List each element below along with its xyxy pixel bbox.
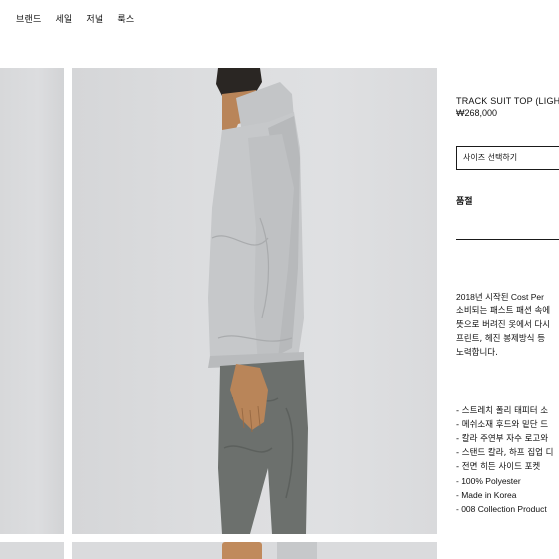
model-figure: [208, 68, 308, 534]
product-photo-side[interactable]: [0, 68, 64, 534]
product-title: TRACK SUIT TOP (LIGH: [456, 96, 559, 106]
product-gallery: [0, 68, 437, 559]
model-shirt-shape: [277, 542, 317, 559]
top-nav: 브랜드 세일 저널 룩스: [16, 12, 134, 25]
nav-item-journal[interactable]: 저널: [86, 12, 103, 25]
feature-item: - 전면 히든 사이드 포켓: [456, 462, 541, 472]
product-info: TRACK SUIT TOP (LIGH ₩268,000 사이즈 선택하기 품…: [456, 0, 559, 559]
description-line: 프린트, 헤진 봉제방식 등: [456, 334, 546, 344]
product-photo-main[interactable]: [72, 68, 437, 534]
feature-item: - 스트레치 폴리 태피터 소: [456, 406, 549, 416]
product-description: 2018년 시작된 Cost Per 소비되는 패스트 패션 속에 뜻으로 버려…: [456, 290, 550, 360]
product-photo-next-side[interactable]: [0, 542, 64, 559]
description-line: 소비되는 패스트 패션 속에: [456, 306, 551, 316]
product-photo-next[interactable]: [72, 542, 437, 559]
feature-item: - Made in Korea: [456, 490, 517, 500]
quality-label: 품절: [456, 197, 473, 207]
product-features: - 스트레치 폴리 태피터 소 - 메쉬소재 후드와 밑단 드 - 칼라 주연부…: [456, 404, 553, 516]
product-page: 브랜드 세일 저널 룩스 TRACK SUIT TOP (LIGH ₩268,0…: [0, 0, 559, 559]
feature-item: - 008 Collection Product: [456, 504, 547, 514]
product-price: ₩268,000: [456, 108, 498, 118]
feature-item: - 스탠드 칼라, 하프 집업 디: [456, 448, 554, 458]
size-select[interactable]: 사이즈 선택하기: [456, 146, 559, 170]
nav-item-sale[interactable]: 세일: [55, 12, 72, 25]
description-line: 뜻으로 버려진 옷에서 다시: [456, 320, 551, 330]
description-line: 2018년 시작된 Cost Per: [456, 292, 544, 302]
model-head-shape: [222, 542, 262, 559]
feature-item: - 100% Polyester: [456, 476, 521, 486]
feature-item: - 칼라 주연부 자수 로고와: [456, 434, 549, 444]
nav-item-looks[interactable]: 룩스: [117, 12, 134, 25]
feature-item: - 메쉬소재 후드와 밑단 드: [456, 420, 549, 430]
divider: [456, 239, 559, 240]
nav-item-brand[interactable]: 브랜드: [16, 12, 41, 25]
description-line: 노력합니다.: [456, 348, 498, 358]
